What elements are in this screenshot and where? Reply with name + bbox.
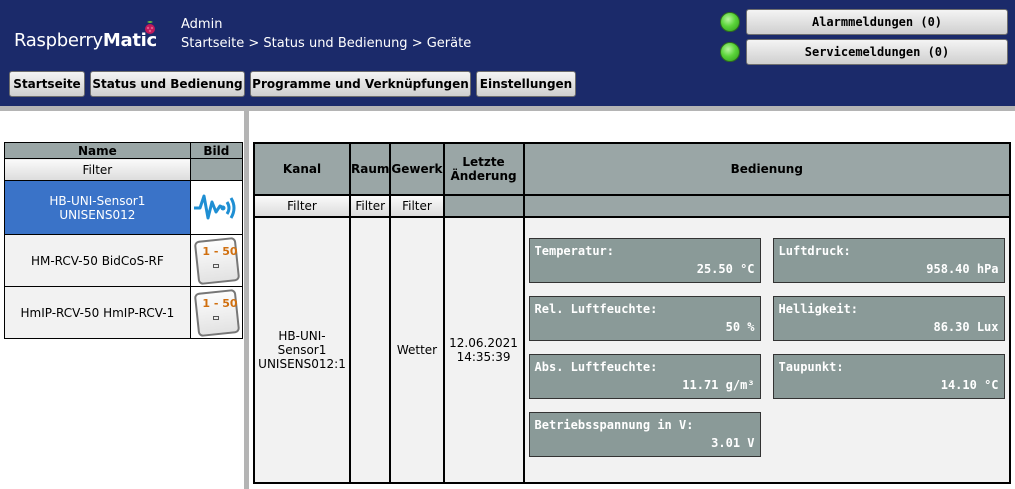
device-name[interactable]: HB-UNI-Sensor1 UNISENS012 bbox=[4, 180, 191, 235]
breadcrumb: Startseite > Status und Bedienung > Gerä… bbox=[181, 36, 472, 51]
device-row[interactable]: HM-RCV-50 BidCoS-RF 1 - 50 bbox=[4, 234, 244, 287]
temperature-tile: Temperatur: 25.50 °C bbox=[528, 238, 761, 283]
nav-home-button[interactable]: Startseite bbox=[9, 71, 85, 97]
image-filter-empty bbox=[189, 158, 244, 181]
last-change-filter-empty bbox=[442, 194, 525, 218]
remote-control-icon: 1 - 50 bbox=[192, 288, 241, 337]
room-filter-button[interactable]: Filter bbox=[348, 194, 392, 218]
raspberrymatic-logo: RaspberryMatic bbox=[14, 30, 157, 51]
device-image[interactable]: 1 - 50 bbox=[189, 286, 244, 339]
name-filter-button[interactable]: Filter bbox=[4, 158, 191, 181]
remote-control-icon: 1 - 50 bbox=[192, 236, 241, 285]
column-header-last-change[interactable]: Letzte Änderung bbox=[442, 142, 525, 196]
user-name: Admin bbox=[181, 17, 223, 32]
nav-programs-button[interactable]: Programme und Verknüpfungen bbox=[250, 71, 471, 97]
alarm-messages-button[interactable]: Alarmmeldungen (0) bbox=[746, 9, 1008, 35]
channel-room bbox=[348, 216, 392, 484]
channel-last-change: 12.06.2021 14:35:39 bbox=[442, 216, 525, 484]
channel-name: HB-UNI- Sensor1 UNISENS012:1 bbox=[253, 216, 351, 484]
column-header-room[interactable]: Raum bbox=[348, 142, 392, 196]
device-list-table: Name Bild Filter HB-UNI-Sensor1 UNISENS0… bbox=[4, 142, 244, 339]
dew-point-tile: Taupunkt: 14.10 °C bbox=[772, 354, 1005, 399]
channel-trade: Wetter bbox=[389, 216, 445, 484]
channel-filter-button[interactable]: Filter bbox=[253, 194, 351, 218]
trade-filter-button[interactable]: Filter bbox=[389, 194, 445, 218]
channel-controls: Temperatur: 25.50 °C Luftdruck: 958.40 hPa… bbox=[522, 216, 1012, 484]
table-row: HB-UNI- Sensor1 UNISENS012:1 Wetter 12.0… bbox=[253, 216, 1012, 484]
column-header-image: Bild bbox=[189, 142, 244, 159]
channel-table: Kanal Raum Gewerk Letzte Änderung Bedien… bbox=[253, 142, 1012, 484]
brightness-tile: Helligkeit: 86.30 Lux bbox=[772, 296, 1005, 341]
device-row[interactable]: HmIP-RCV-50 HmIP-RCV-1 1 - 50 bbox=[4, 286, 244, 339]
air-pressure-tile: Luftdruck: 958.40 hPa bbox=[772, 238, 1005, 283]
column-header-channel[interactable]: Kanal bbox=[253, 142, 351, 196]
nav-status-button[interactable]: Status und Bedienung bbox=[90, 71, 245, 97]
column-header-name[interactable]: Name bbox=[4, 142, 191, 159]
operating-voltage-tile: Betriebsspannung in V: 3.01 V bbox=[528, 412, 761, 457]
panel-divider bbox=[244, 111, 249, 489]
nav-settings-button[interactable]: Einstellungen bbox=[476, 71, 576, 97]
control-filter-empty bbox=[522, 194, 1012, 218]
device-name[interactable]: HmIP-RCV-50 HmIP-RCV-1 bbox=[4, 286, 191, 339]
raspberry-logo-icon bbox=[145, 21, 155, 34]
top-header: RaspberryMatic Admin Startseite > Status… bbox=[0, 0, 1015, 106]
device-image[interactable]: 1 - 50 bbox=[189, 234, 244, 287]
device-name[interactable]: HM-RCV-50 BidCoS-RF bbox=[4, 234, 191, 287]
absolute-humidity-tile: Abs. Luftfeuchte: 11.71 g/m³ bbox=[528, 354, 761, 399]
service-status-led-icon bbox=[720, 42, 740, 62]
device-image[interactable] bbox=[189, 180, 244, 235]
relative-humidity-tile: Rel. Luftfeuchte: 50 % bbox=[528, 296, 761, 341]
header-divider bbox=[0, 106, 1015, 111]
service-messages-button[interactable]: Servicemeldungen (0) bbox=[746, 39, 1008, 65]
sensor-wave-icon bbox=[193, 194, 236, 220]
device-row[interactable]: HB-UNI-Sensor1 UNISENS012 bbox=[4, 180, 244, 235]
column-header-trade[interactable]: Gewerk bbox=[389, 142, 445, 196]
column-header-control: Bedienung bbox=[522, 142, 1012, 196]
alarm-status-led-icon bbox=[720, 12, 740, 32]
